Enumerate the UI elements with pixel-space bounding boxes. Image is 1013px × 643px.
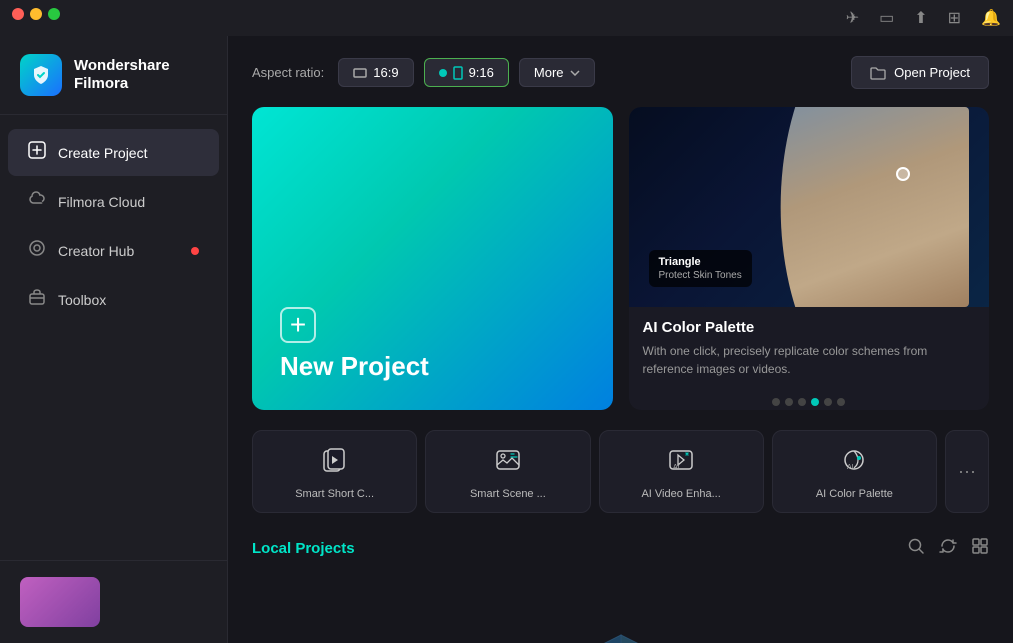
carousel-dots — [629, 390, 990, 410]
ai-highlight-circle — [896, 167, 910, 181]
local-projects-header: Local Projects — [252, 537, 989, 560]
create-project-label: Create Project — [58, 145, 147, 161]
aspect-16-9-label: 16:9 — [373, 65, 398, 80]
dot-5[interactable] — [824, 398, 832, 406]
aspect-ratio-16-9[interactable]: 16:9 — [338, 58, 413, 87]
upload-icon[interactable]: ⬆ — [914, 8, 927, 28]
aspect-ratio-9-16[interactable]: 9:16 — [424, 58, 509, 87]
ai-panel-info: AI Color Palette With one click, precise… — [629, 307, 990, 390]
grid-icon[interactable]: ⊞ — [948, 8, 961, 28]
close-button[interactable] — [12, 8, 24, 20]
titlebar-icons: ✈ ▭ ⬆ ⊞ 🔔 — [846, 8, 1001, 28]
app-name: Wondershare — [74, 57, 170, 75]
chevron-down-icon — [570, 70, 580, 76]
tool-ai-video-enhance[interactable]: AI AI Video Enha... — [599, 430, 764, 513]
empty-box-illustration — [571, 620, 671, 643]
grid-view-icon[interactable] — [971, 537, 989, 560]
dot-4-active[interactable] — [811, 398, 819, 406]
chat-icon[interactable]: ▭ — [879, 8, 894, 28]
sidebar-item-create-project[interactable]: Create Project — [8, 129, 219, 176]
create-project-icon — [28, 141, 46, 164]
tools-more-button[interactable]: ··· — [945, 430, 989, 513]
ai-video-enhance-label: AI Video Enha... — [641, 488, 720, 500]
send-icon[interactable]: ✈ — [846, 8, 859, 28]
new-project-card[interactable]: + New Project — [252, 107, 613, 410]
app-body: Wondershare Filmora Create Project — [0, 36, 1013, 643]
aspect-ratio-label: Aspect ratio: — [252, 65, 324, 80]
tools-more-icon: ··· — [958, 461, 976, 482]
sidebar-item-toolbox[interactable]: Toolbox — [8, 276, 219, 323]
aspect-active-dot — [439, 69, 447, 77]
aspect-9-16-label: 9:16 — [469, 65, 494, 80]
new-project-plus-icon: + — [280, 307, 316, 343]
ai-image-person — [771, 107, 969, 307]
tool-smart-scene[interactable]: Smart Scene ... — [425, 430, 590, 513]
aspect-9-16-icon — [453, 66, 463, 80]
ai-panel-title: AI Color Palette — [643, 319, 976, 336]
dot-3[interactable] — [798, 398, 806, 406]
toolbox-label: Toolbox — [58, 292, 106, 308]
app-logo-icon — [20, 54, 62, 96]
creator-hub-badge — [191, 247, 199, 255]
titlebar: ✈ ▭ ⬆ ⊞ 🔔 — [0, 0, 1013, 36]
folder-icon — [870, 66, 886, 80]
ai-image-card: Triangle Protect Skin Tones — [649, 250, 752, 287]
ai-card-title: Triangle — [659, 256, 742, 268]
bell-icon[interactable]: 🔔 — [981, 8, 1001, 28]
ai-panel[interactable]: Triangle Protect Skin Tones AI Color Pal… — [629, 107, 990, 410]
sidebar-item-creator-hub[interactable]: Creator Hub — [8, 227, 219, 274]
smart-short-clip-label: Smart Short C... — [295, 488, 374, 500]
traffic-lights — [12, 8, 60, 20]
main-content: Aspect ratio: 16:9 9:16 More — [228, 36, 1013, 643]
cards-grid: + New Project Triangle Protect Skin Tone… — [252, 107, 989, 410]
ai-video-enhance-icon: AI — [668, 447, 694, 480]
tool-ai-color-palette[interactable]: AI AI Color Palette — [772, 430, 937, 513]
refresh-icon[interactable] — [939, 537, 957, 560]
open-project-label: Open Project — [894, 65, 970, 80]
local-projects-title: Local Projects — [252, 540, 355, 557]
svg-text:AI: AI — [847, 464, 854, 471]
creator-hub-icon — [28, 239, 46, 262]
new-project-title: New Project — [280, 351, 585, 382]
sidebar-bottom — [0, 560, 227, 643]
creator-hub-label: Creator Hub — [58, 243, 134, 259]
smart-scene-icon — [495, 447, 521, 480]
section-actions — [907, 537, 989, 560]
minimize-button[interactable] — [30, 8, 42, 20]
tool-smart-short-clip[interactable]: Smart Short C... — [252, 430, 417, 513]
aspect-16-9-icon — [353, 68, 367, 78]
dot-1[interactable] — [772, 398, 780, 406]
app-sub: Filmora — [74, 75, 170, 93]
ai-color-palette-icon: AI — [841, 447, 867, 480]
smart-short-clip-icon — [322, 447, 348, 480]
ai-card-sub: Protect Skin Tones — [659, 270, 742, 281]
sidebar-item-filmora-cloud[interactable]: Filmora Cloud — [8, 178, 219, 225]
ai-panel-image: Triangle Protect Skin Tones — [629, 107, 990, 307]
sidebar-nav: Create Project Filmora Cloud Creator — [0, 115, 227, 560]
dot-2[interactable] — [785, 398, 793, 406]
user-avatar[interactable] — [20, 577, 100, 627]
filmora-cloud-icon — [28, 190, 46, 213]
more-label: More — [534, 65, 564, 80]
dot-6[interactable] — [837, 398, 845, 406]
svg-text:AI: AI — [673, 464, 680, 471]
sidebar-logo: Wondershare Filmora — [0, 36, 227, 115]
tools-row: Smart Short C... Smart Scene ... — [252, 430, 989, 513]
empty-box-svg — [571, 620, 671, 643]
smart-scene-label: Smart Scene ... — [470, 488, 546, 500]
maximize-button[interactable] — [48, 8, 60, 20]
empty-state: Recent Project — [252, 580, 989, 643]
filmora-cloud-label: Filmora Cloud — [58, 194, 145, 210]
more-button[interactable]: More — [519, 58, 595, 87]
open-project-button[interactable]: Open Project — [851, 56, 989, 89]
toolbox-icon — [28, 288, 46, 311]
sidebar: Wondershare Filmora Create Project — [0, 36, 228, 643]
ai-color-palette-label: AI Color Palette — [816, 488, 893, 500]
aspect-ratio-bar: Aspect ratio: 16:9 9:16 More — [252, 56, 989, 89]
ai-panel-description: With one click, precisely replicate colo… — [643, 342, 976, 378]
search-icon[interactable] — [907, 537, 925, 560]
logo-text: Wondershare Filmora — [74, 57, 170, 93]
